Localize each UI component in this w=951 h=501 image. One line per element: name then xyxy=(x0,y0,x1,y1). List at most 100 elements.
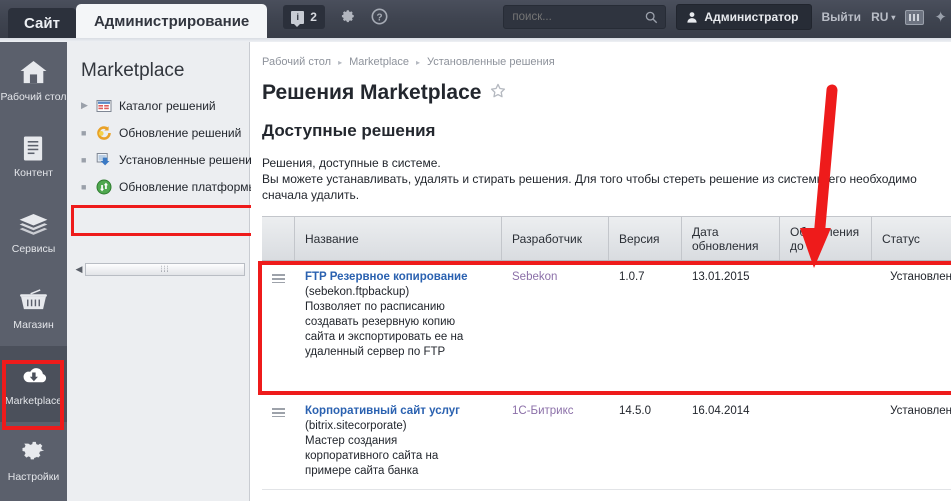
row-name-cell: Корпоративный сайт услуг (bitrix.sitecor… xyxy=(295,395,502,489)
page-title-text: Решения Marketplace xyxy=(262,81,482,104)
notifications-button[interactable]: i 2 xyxy=(283,5,325,29)
search-input[interactable] xyxy=(504,11,635,23)
svg-text:?: ? xyxy=(376,12,382,23)
row-drag-handle[interactable] xyxy=(262,395,295,489)
bullet-dot-icon: ■ xyxy=(81,127,87,138)
user-menu-button[interactable]: Администратор xyxy=(676,4,812,30)
row-developer-cell: Sebekon xyxy=(502,261,609,394)
breadcrumb-separator-icon: ▸ xyxy=(416,57,421,67)
notifications-count: 2 xyxy=(310,10,317,24)
table-header-developer[interactable]: Разработчик xyxy=(502,217,609,260)
pin-icon[interactable]: ✦ xyxy=(934,8,947,26)
search-icon[interactable] xyxy=(645,11,658,29)
header-right-group: Администратор Выйти RU ▾ ✦ xyxy=(503,0,951,38)
scroll-left-arrow-icon[interactable]: ◀ xyxy=(73,264,85,275)
help-icon[interactable]: ? xyxy=(371,8,389,26)
rail-item-content[interactable]: Контент xyxy=(0,118,67,194)
rail-item-label: Рабочий стол xyxy=(0,90,67,103)
catalog-icon xyxy=(96,98,112,114)
gear-icon xyxy=(20,438,47,468)
developer-link[interactable]: 1С-Битрикс xyxy=(512,405,574,417)
breadcrumb-item-desktop[interactable]: Рабочий стол xyxy=(262,56,331,68)
rail-item-label: Контент xyxy=(14,166,53,179)
keyboard-icon[interactable] xyxy=(905,9,925,25)
solution-description: Мастер создания корпоративного сайта на … xyxy=(305,435,439,477)
layers-icon xyxy=(18,210,49,240)
tab-administration[interactable]: Администрирование xyxy=(75,4,268,38)
table-header-row: Название Разработчик Версия Дата обновле… xyxy=(262,216,951,261)
expand-triangle-icon[interactable]: ▶ xyxy=(81,100,89,111)
top-header-bar: Сайт Администрирование i 2 ? поиск... Ад… xyxy=(0,0,951,38)
menu-item-platform-update[interactable]: ■ Обновление платформы xyxy=(67,173,257,200)
rail-item-shop[interactable]: Магазин xyxy=(0,270,67,346)
menu-item-catalog[interactable]: ▶ Каталог решений xyxy=(67,92,249,119)
row-version-cell: 1.0.7 xyxy=(619,271,645,283)
document-icon xyxy=(22,134,45,164)
language-selector[interactable]: RU ▾ xyxy=(871,10,895,24)
section-title: Доступные решения xyxy=(262,121,436,140)
table-header-status[interactable]: Статус xyxy=(872,217,951,260)
logout-link[interactable]: Выйти xyxy=(822,10,862,24)
description-line-2: Вы можете устанавливать, удалять и стира… xyxy=(262,172,917,186)
breadcrumb-item-marketplace[interactable]: Marketplace xyxy=(349,56,409,68)
home-icon xyxy=(19,58,48,88)
user-icon xyxy=(687,12,698,23)
table-header-name[interactable]: Название xyxy=(295,217,502,260)
breadcrumb: Рабочий стол ▸ Marketplace ▸ Установленн… xyxy=(251,42,951,68)
drag-handle-icon[interactable] xyxy=(272,408,285,417)
table-header-updates-until[interactable]: Обновления до xyxy=(780,217,872,260)
scroll-thumb[interactable]: ⦙⦙⦙ xyxy=(85,263,245,276)
menu-item-installed-solutions[interactable]: ■ Установленные решения xyxy=(67,146,258,173)
menu-item-label: Обновление решений xyxy=(119,125,242,140)
menu-item-label: Установленные решения xyxy=(119,152,259,167)
developer-link[interactable]: Sebekon xyxy=(512,271,557,283)
bullet-dot-icon: ■ xyxy=(81,154,87,165)
row-name-cell: FTP Резервное копирование (sebekon.ftpba… xyxy=(295,261,502,394)
chevron-down-icon: ▾ xyxy=(891,12,896,22)
tab-site[interactable]: Сайт xyxy=(8,8,76,38)
menu-item-solution-update[interactable]: ■ Обновление решений xyxy=(67,119,249,146)
breadcrumb-item-installed[interactable]: Установленные решения xyxy=(427,56,555,68)
rail-item-services[interactable]: Сервисы xyxy=(0,194,67,270)
solutions-table: Название Разработчик Версия Дата обновле… xyxy=(262,216,951,490)
solution-code: (sebekon.ftpbackup) xyxy=(305,286,410,298)
rail-item-desktop[interactable]: Рабочий стол xyxy=(0,42,67,118)
panel-horizontal-scrollbar[interactable]: ◀ ⦙⦙⦙ xyxy=(73,262,245,277)
table-row[interactable]: FTP Резервное копирование (sebekon.ftpba… xyxy=(262,261,951,395)
page-description: Решения, доступные в системе. Вы можете … xyxy=(251,141,951,203)
row-version-cell: 14.5.0 xyxy=(619,405,651,417)
basket-icon xyxy=(19,286,48,316)
row-status-cell: Установлен xyxy=(890,405,951,417)
menu-item-label: Обновление платформы xyxy=(119,179,258,194)
language-label: RU xyxy=(871,10,889,24)
update-icon xyxy=(96,179,112,195)
search-box[interactable] xyxy=(503,5,667,29)
rail-item-marketplace[interactable]: Marketplace xyxy=(0,346,67,422)
solution-name-link[interactable]: Корпоративный сайт услуг xyxy=(305,404,492,419)
menu-item-label: Каталог решений xyxy=(119,98,216,113)
row-status-cell: Установлен xyxy=(890,271,951,283)
row-updates-until-cell xyxy=(780,395,872,489)
star-icon[interactable] xyxy=(490,81,506,105)
rail-item-label: Магазин xyxy=(13,318,54,331)
drag-handle-icon[interactable] xyxy=(272,274,285,283)
solution-code: (bitrix.sitecorporate) xyxy=(305,420,407,432)
table-row[interactable]: Корпоративный сайт услуг (bitrix.sitecor… xyxy=(262,395,951,490)
row-drag-handle[interactable] xyxy=(262,261,295,394)
section-nav-panel: Marketplace ▶ Каталог решений ■ Обновлен… xyxy=(67,42,262,501)
rail-item-label: Marketplace xyxy=(4,394,63,407)
table-header-version[interactable]: Версия xyxy=(609,217,682,260)
gear-icon[interactable] xyxy=(339,8,357,26)
description-line-3: сначала удалить. xyxy=(262,188,360,202)
install-icon xyxy=(96,152,112,168)
rail-item-label: Сервисы xyxy=(11,242,56,255)
solution-name-link[interactable]: FTP Резервное копирование xyxy=(305,270,492,285)
description-line-1: Решения, доступные в системе. xyxy=(262,156,441,170)
solution-description: Позволяет по расписанию создавать резерв… xyxy=(305,301,464,358)
page-title: Решения Marketplace xyxy=(251,68,951,105)
row-updates-until-cell xyxy=(780,261,872,394)
row-update-date-cell: 13.01.2015 xyxy=(692,271,750,283)
rail-item-settings[interactable]: Настройки xyxy=(0,422,67,498)
row-update-date-cell: 16.04.2014 xyxy=(692,405,750,417)
table-header-update-date[interactable]: Дата обновления xyxy=(682,217,780,260)
